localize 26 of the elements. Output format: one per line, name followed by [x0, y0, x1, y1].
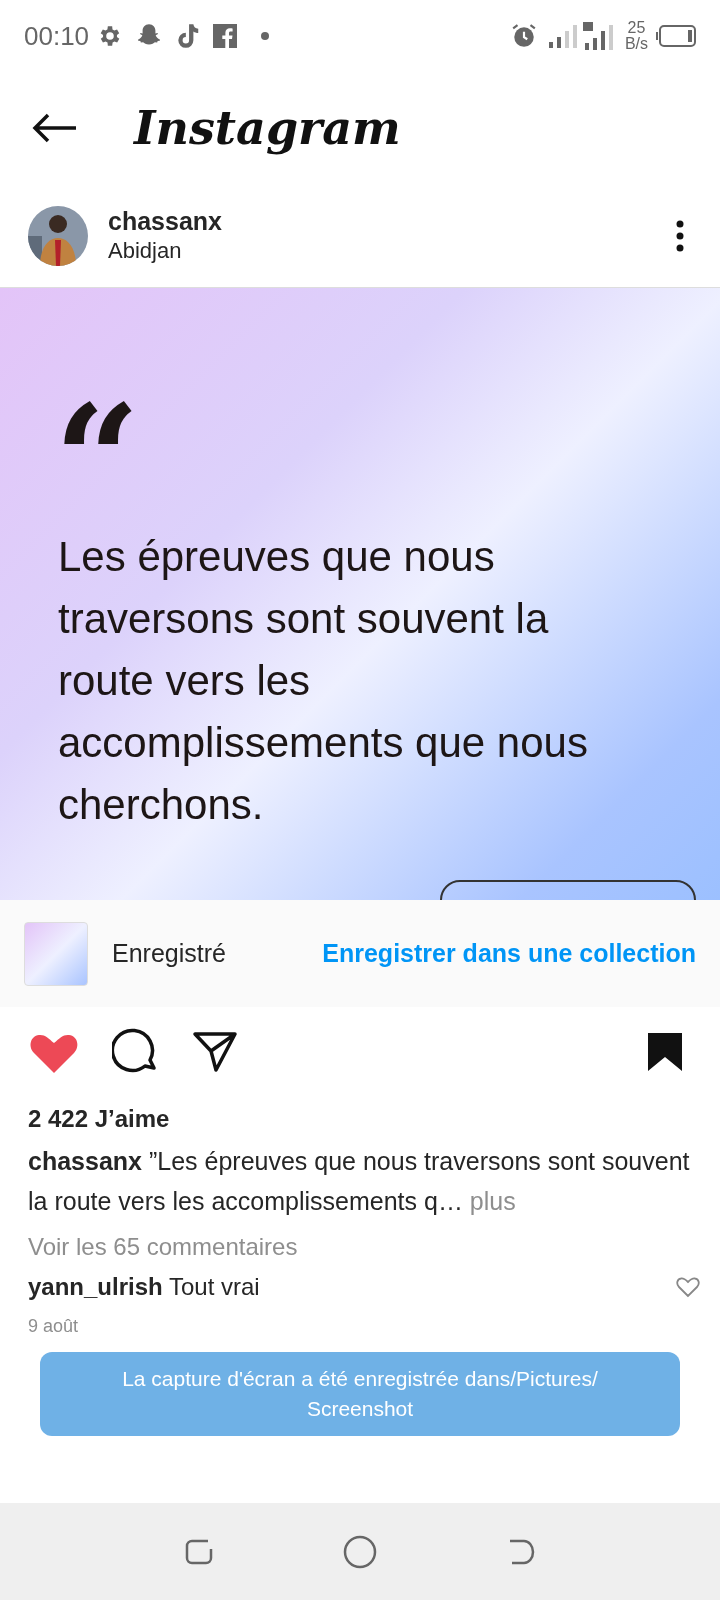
quote-mark: “ — [54, 384, 141, 494]
clock-time: 00:10 — [24, 19, 90, 53]
battery-icon — [656, 25, 696, 47]
signal-icon — [548, 24, 579, 48]
bookmark-icon[interactable] — [646, 1031, 684, 1073]
likes-count[interactable]: 2 422 J’aime — [28, 1101, 692, 1137]
post-thumbnail — [24, 921, 88, 986]
back-arrow-icon[interactable] — [32, 113, 78, 143]
network-speed-unit: B/s — [624, 36, 648, 52]
heart-icon[interactable] — [676, 1276, 700, 1298]
screenshot-saved-toast: La capture d'écran a été enregistrée dans/Pictures/ Screenshot — [40, 1352, 680, 1436]
post-username[interactable]: chassanx — [108, 206, 222, 238]
network-speed-value: 25 — [627, 20, 646, 36]
post-caption: chassanx ”Les épreuves que nous traversons sont souvent la route vers les accomplissements q… plus — [28, 1146, 691, 1217]
paper-plane-icon[interactable] — [192, 1031, 238, 1073]
saved-label: Enregistré — [112, 937, 226, 969]
letter-f-icon — [213, 24, 238, 48]
comment-text: yann_ulrish Tout vrai — [28, 1272, 260, 1302]
quote-text: Les épreuves que nous traversons sont souvent la route vers les accomplissements que nous cherchons. — [58, 532, 589, 830]
alarm-clock-icon — [510, 23, 537, 49]
home-icon[interactable] — [343, 1534, 377, 1569]
dot-icon — [261, 32, 270, 40]
more-options-icon[interactable] — [676, 219, 684, 252]
comment-date: 9 août — [28, 1315, 80, 1338]
app-title: Instagram — [134, 99, 401, 157]
post-location[interactable]: Abidjan — [108, 237, 222, 265]
